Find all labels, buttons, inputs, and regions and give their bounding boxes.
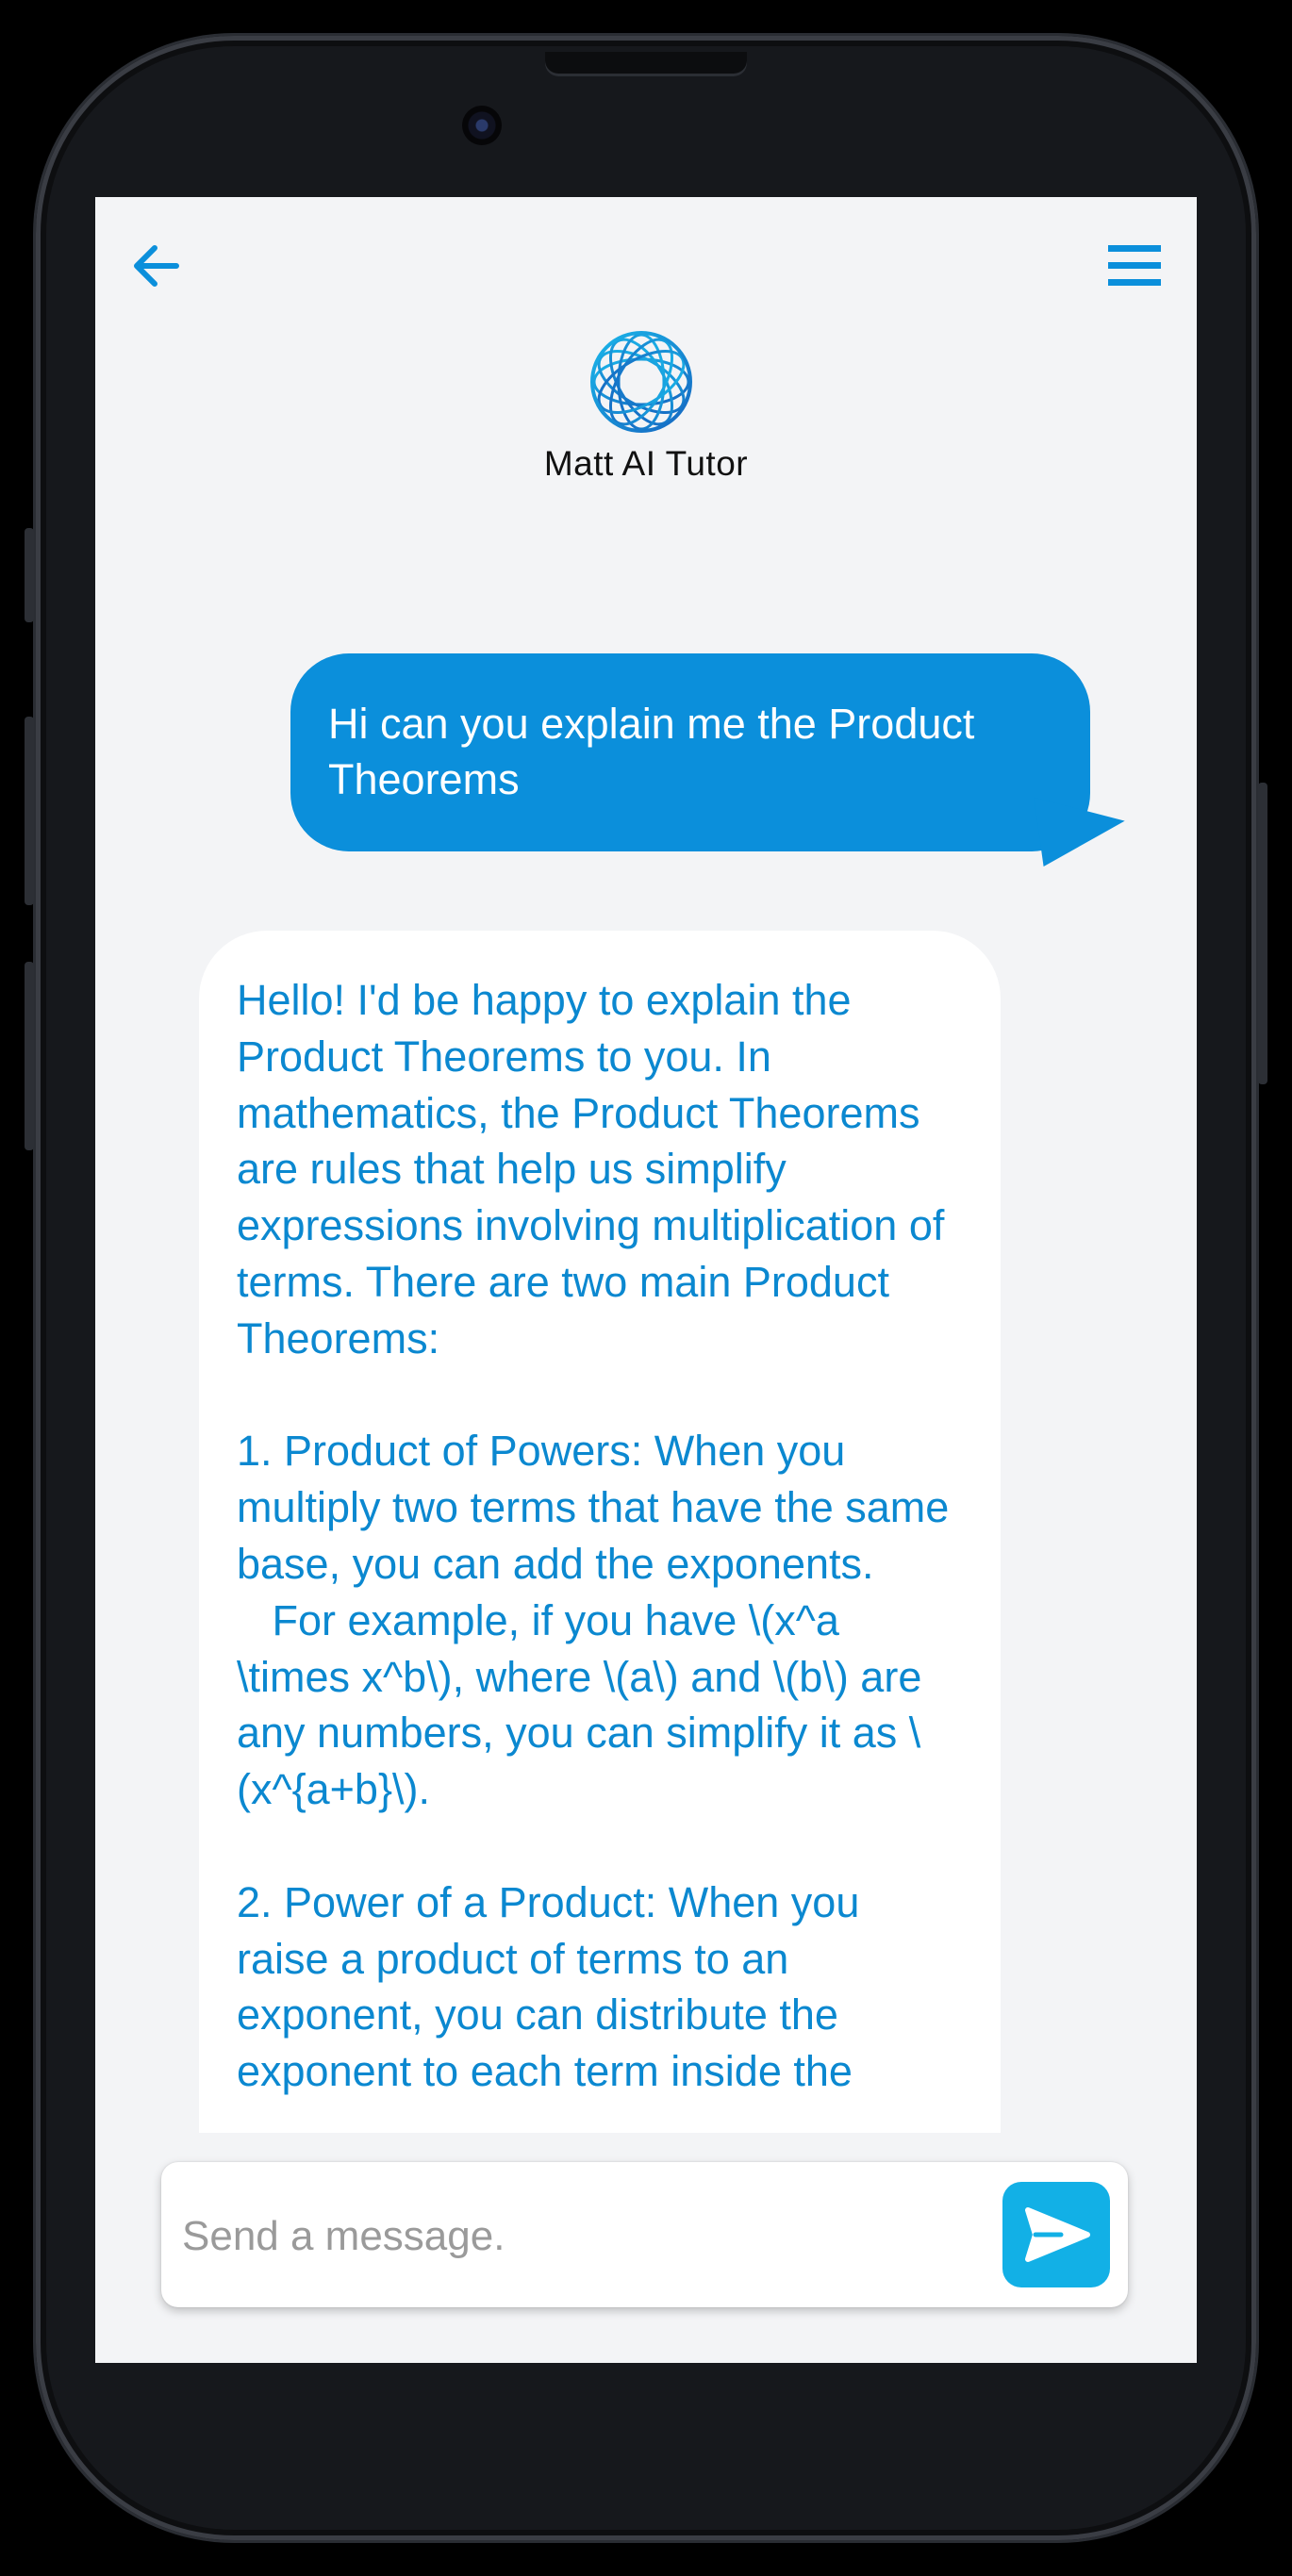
message-composer: [161, 2162, 1128, 2307]
phone-side-button: [25, 528, 34, 622]
assistant-message-bubble: Hello! I'd be happy to explain the Produ…: [199, 931, 1001, 2133]
message-input[interactable]: [180, 2205, 976, 2268]
app-screen: Matt AI Tutor Hi can you explain me the …: [95, 197, 1197, 2363]
phone-side-button: [1258, 783, 1267, 1084]
phone-side-button: [25, 962, 34, 1150]
phone-speaker: [545, 52, 747, 76]
send-icon: [1025, 2207, 1090, 2262]
phone-side-button: [25, 717, 34, 905]
user-bubble-tail: [1034, 784, 1130, 867]
chat-area[interactable]: Hi can you explain me the Product Theore…: [95, 197, 1197, 2133]
user-message-text: Hi can you explain me the Product Theore…: [328, 700, 975, 803]
send-button[interactable]: [1002, 2182, 1110, 2287]
user-message-bubble: Hi can you explain me the Product Theore…: [290, 653, 1090, 851]
phone-camera: [462, 106, 502, 145]
assistant-message-text: Hello! I'd be happy to explain the Produ…: [237, 976, 950, 2096]
